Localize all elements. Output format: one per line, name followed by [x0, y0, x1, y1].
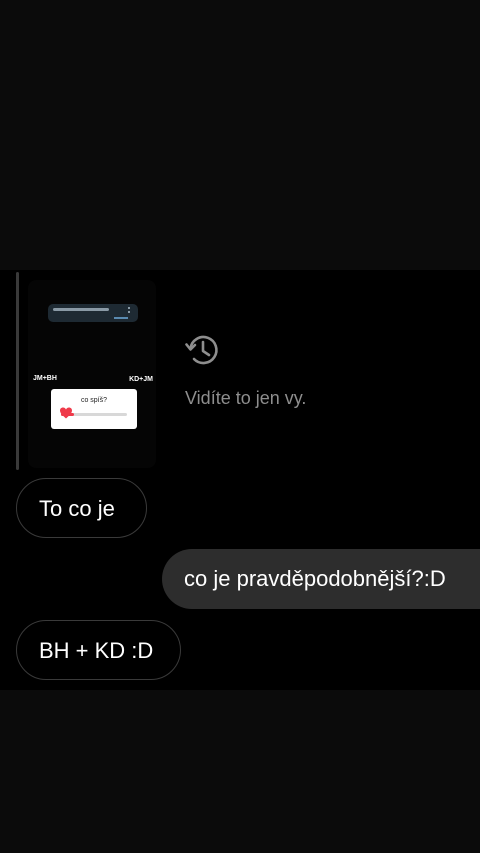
more-icon	[128, 307, 132, 313]
poll-question: co spíš?	[80, 397, 108, 404]
story-label-left: JM+BH	[33, 375, 57, 382]
message-received-2[interactable]: BH + KD :D	[16, 620, 181, 680]
message-received-1[interactable]: To co je	[16, 478, 147, 538]
story-thumbnail[interactable]: JM+BH KD+JM co spíš?	[28, 280, 156, 468]
message-sent-1[interactable]: co je pravděpodobnější?:D	[162, 549, 480, 609]
visibility-notice: Vidíte to jen vy.	[185, 388, 307, 408]
history-icon	[185, 335, 218, 365]
dimmed-overlay-bottom[interactable]	[0, 690, 480, 853]
story-notification-preview	[48, 304, 138, 322]
story-poll-sticker: co spíš?	[51, 389, 137, 429]
heart-icon	[60, 407, 72, 419]
chat-screen: JM+BH KD+JM co spíš? Vidíte to jen vy. T…	[0, 0, 480, 853]
dimmed-overlay-top[interactable]	[0, 0, 480, 270]
story-reply-bar	[16, 272, 19, 470]
story-label-right: KD+JM	[129, 376, 153, 383]
